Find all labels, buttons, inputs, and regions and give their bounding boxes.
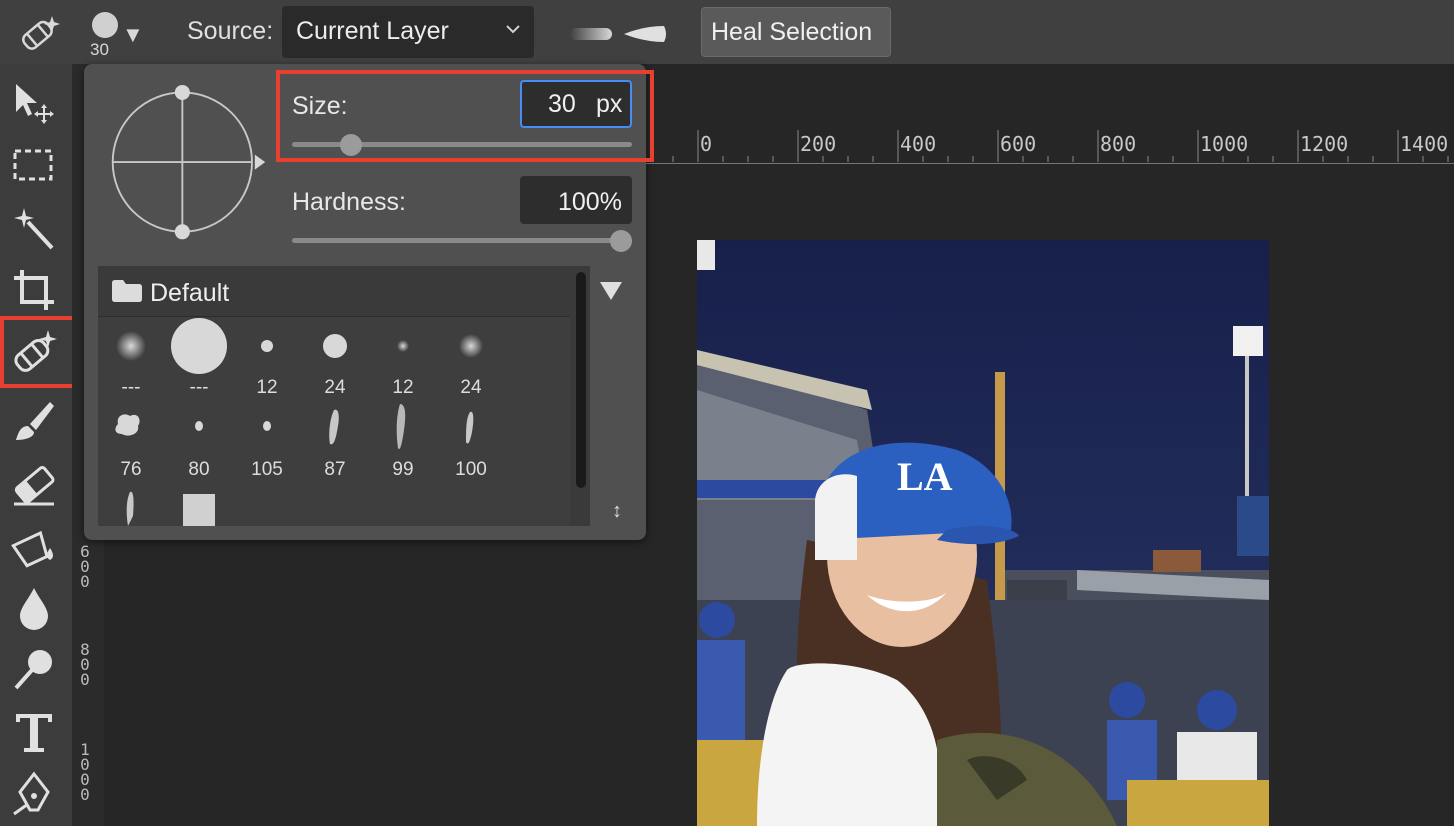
vruler-label: 800 — [80, 640, 90, 689]
text-tool-icon[interactable] — [10, 708, 58, 756]
size-slider-thumb[interactable] — [339, 134, 362, 156]
folder-icon — [112, 280, 142, 302]
healing-brush-tool-icon[interactable] — [10, 328, 58, 376]
hruler-label: 200 — [800, 132, 837, 156]
preset-label: 105 — [251, 459, 283, 480]
magic-wand-tool-icon[interactable] — [10, 204, 58, 252]
stroke-style-taper-icon[interactable] — [624, 24, 668, 44]
move-tool-icon[interactable] — [10, 80, 58, 128]
size-unit: px — [596, 90, 623, 118]
brush-angle-roundness-icon[interactable] — [108, 84, 268, 244]
preset-label: 76 — [120, 459, 142, 480]
brush-preview-icon[interactable] — [92, 12, 118, 38]
hruler-label: 800 — [1100, 132, 1137, 156]
eraser-tool-icon[interactable] — [10, 460, 58, 508]
source-label: Source: — [187, 17, 274, 45]
hruler-label: 600 — [1000, 132, 1037, 156]
hardness-slider-track[interactable] — [292, 238, 632, 243]
hruler-label: 0 — [700, 132, 713, 156]
source-select-value: Current Layer — [296, 17, 449, 45]
brush-tool-icon[interactable] — [10, 398, 58, 446]
pen-tool-icon[interactable] — [10, 770, 58, 818]
hruler-label: 1000 — [1200, 132, 1249, 156]
canvas-photo[interactable]: LA — [697, 240, 1269, 826]
preset-label: 80 — [188, 459, 210, 480]
crop-tool-icon[interactable] — [10, 266, 58, 314]
vruler-label: 600 — [80, 542, 90, 591]
hardness-slider-thumb[interactable] — [610, 230, 632, 252]
preset-label: --- — [189, 377, 209, 398]
preset-label: 12 — [256, 377, 278, 398]
stroke-style-soft-icon[interactable] — [570, 28, 612, 40]
chevron-down-icon — [506, 25, 520, 34]
vruler-label: 1000 — [80, 740, 90, 804]
size-input-value: 30 — [548, 90, 576, 118]
svg-text:LA: LA — [897, 454, 953, 499]
hruler-label: 1200 — [1300, 132, 1349, 156]
preset-scrollbar-thumb[interactable] — [576, 272, 586, 488]
hruler-label: 400 — [900, 132, 937, 156]
preset-label: 24 — [460, 377, 482, 398]
heal-selection-label: Heal Selection — [711, 18, 873, 46]
preset-label: 99 — [392, 459, 414, 480]
preset-label: 24 — [324, 377, 346, 398]
dodge-tool-icon[interactable] — [10, 646, 58, 694]
resize-vertical-icon[interactable]: ↕ — [612, 500, 622, 523]
preset-label: 100 — [455, 459, 487, 480]
size-label: Size: — [292, 92, 348, 120]
hardness-input-value: 100% — [558, 188, 622, 216]
preset-label: 87 — [324, 459, 346, 480]
brush-preset-folder-name: Default — [150, 279, 230, 307]
preset-label: --- — [121, 377, 141, 398]
marquee-tool-icon[interactable] — [10, 142, 58, 190]
brush-preset-grid[interactable] — [98, 316, 570, 526]
paint-bucket-tool-icon[interactable] — [10, 522, 58, 570]
hruler-label: 1400 — [1400, 132, 1449, 156]
preset-menu-triangle-icon[interactable] — [598, 280, 624, 302]
healing-brush-icon[interactable] — [16, 12, 62, 54]
hardness-label: Hardness: — [292, 188, 406, 216]
brush-size-indicator: 30 — [90, 40, 109, 59]
preset-label: 12 — [392, 377, 414, 398]
blur-tool-icon[interactable] — [10, 584, 58, 632]
brush-dropdown-caret-icon[interactable]: ▼ — [122, 22, 144, 48]
